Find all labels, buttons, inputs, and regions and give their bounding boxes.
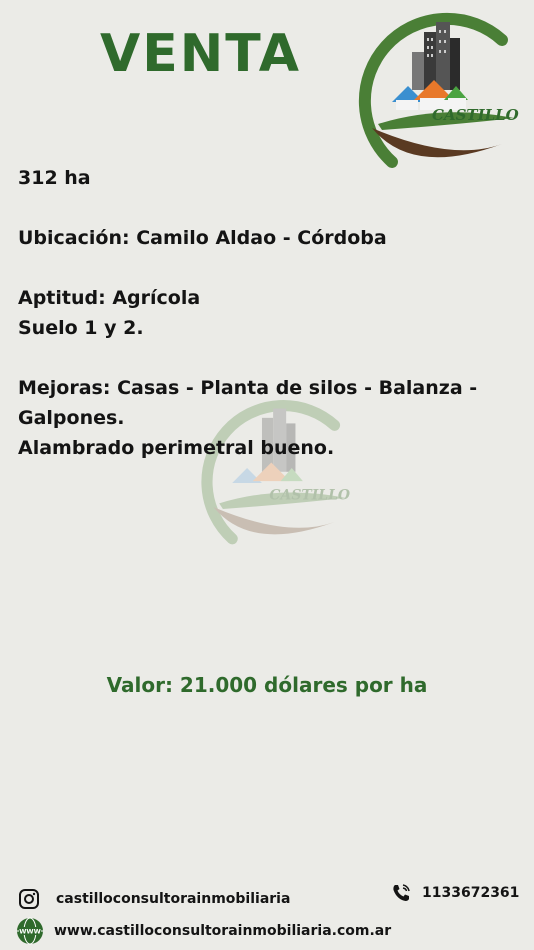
- instagram-contact[interactable]: castilloconsultorainmobiliaria: [18, 888, 290, 910]
- phone-icon: [393, 884, 410, 901]
- web-icon-text: WWW: [19, 928, 41, 936]
- aptitude-text: Aptitud: Agrícola: [18, 287, 201, 309]
- price-text: Valor: 21.000 dólares por ha: [106, 673, 428, 697]
- phone-contact[interactable]: 1133672361: [390, 882, 519, 904]
- phone-number[interactable]: 1133672361: [422, 885, 519, 901]
- logo-text: CASTILLO: [432, 106, 519, 124]
- location-text: Ubicación: Camilo Aldao - Córdoba: [18, 227, 387, 249]
- property-details: 312 ha Ubicación: Camilo Aldao - Córdoba…: [18, 163, 518, 463]
- web-globe-icon: WWW: [17, 917, 43, 945]
- website-contact[interactable]: WWW www.castilloconsultorainmobiliaria.c…: [16, 917, 391, 945]
- area-text: 312 ha: [18, 167, 91, 189]
- website-url[interactable]: www.castilloconsultorainmobiliaria.com.a…: [54, 923, 391, 939]
- watermark-logo-text: CASTILLO: [269, 488, 350, 504]
- improvements-text-line1: Mejoras: Casas - Planta de silos - Balan…: [18, 377, 478, 399]
- instagram-handle[interactable]: castilloconsultorainmobiliaria: [56, 891, 290, 907]
- castillo-logo: CASTILLO: [358, 12, 519, 168]
- instagram-icon: [19, 889, 39, 909]
- soil-text: Suelo 1 y 2.: [18, 317, 144, 339]
- improvements-text-line2: Galpones.: [18, 407, 125, 429]
- page-title: VENTA: [100, 24, 301, 84]
- fencing-text: Alambrado perimetral bueno.: [18, 437, 335, 459]
